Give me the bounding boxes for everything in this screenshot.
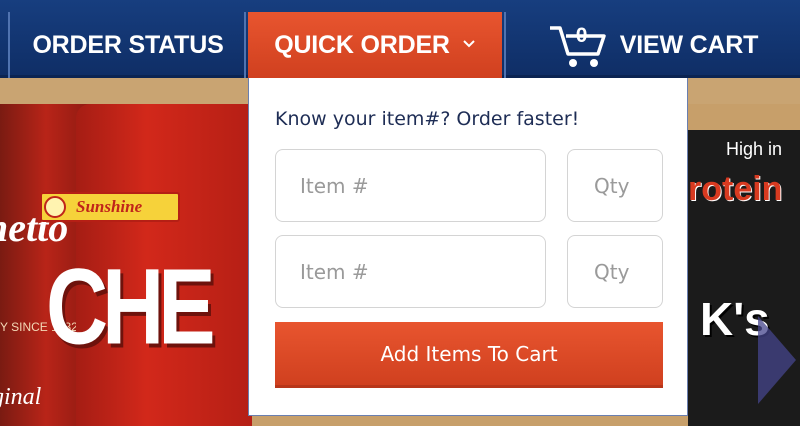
nav-order-status[interactable]: ORDER STATUS [12, 12, 246, 78]
carousel-next-arrow-icon[interactable] [758, 316, 796, 404]
nav-quick-order[interactable]: QUICK ORDER [248, 12, 502, 78]
nav-view-cart[interactable]: 0 VIEW CART [504, 12, 800, 78]
nav-quick-order-label: QUICK ORDER [274, 30, 450, 59]
quick-order-prompt: Know your item#? Order faster! [275, 108, 580, 130]
top-navigation: ORDER STATUS QUICK ORDER 0 VIEW CART [0, 0, 800, 78]
middle-package-word: CHE [46, 247, 216, 368]
nav-left-edge [0, 12, 10, 78]
cart-count-badge: 0 [575, 24, 588, 47]
nav-order-status-label: ORDER STATUS [32, 30, 224, 59]
quick-order-dropdown: Know your item#? Order faster! Add Items… [248, 78, 688, 416]
nav-view-cart-label: VIEW CART [619, 30, 759, 59]
quantity-input-2[interactable] [567, 235, 663, 308]
sun-icon [44, 196, 66, 218]
quantity-input-1[interactable] [567, 149, 663, 222]
chevron-down-icon [462, 36, 476, 54]
item-number-input-1[interactable] [275, 149, 546, 222]
shopping-cart-icon: 0 [548, 20, 610, 70]
add-items-to-cart-button[interactable]: Add Items To Cart [275, 322, 663, 388]
item-number-input-2[interactable] [275, 235, 546, 308]
right-package-word: rotein [688, 170, 783, 208]
